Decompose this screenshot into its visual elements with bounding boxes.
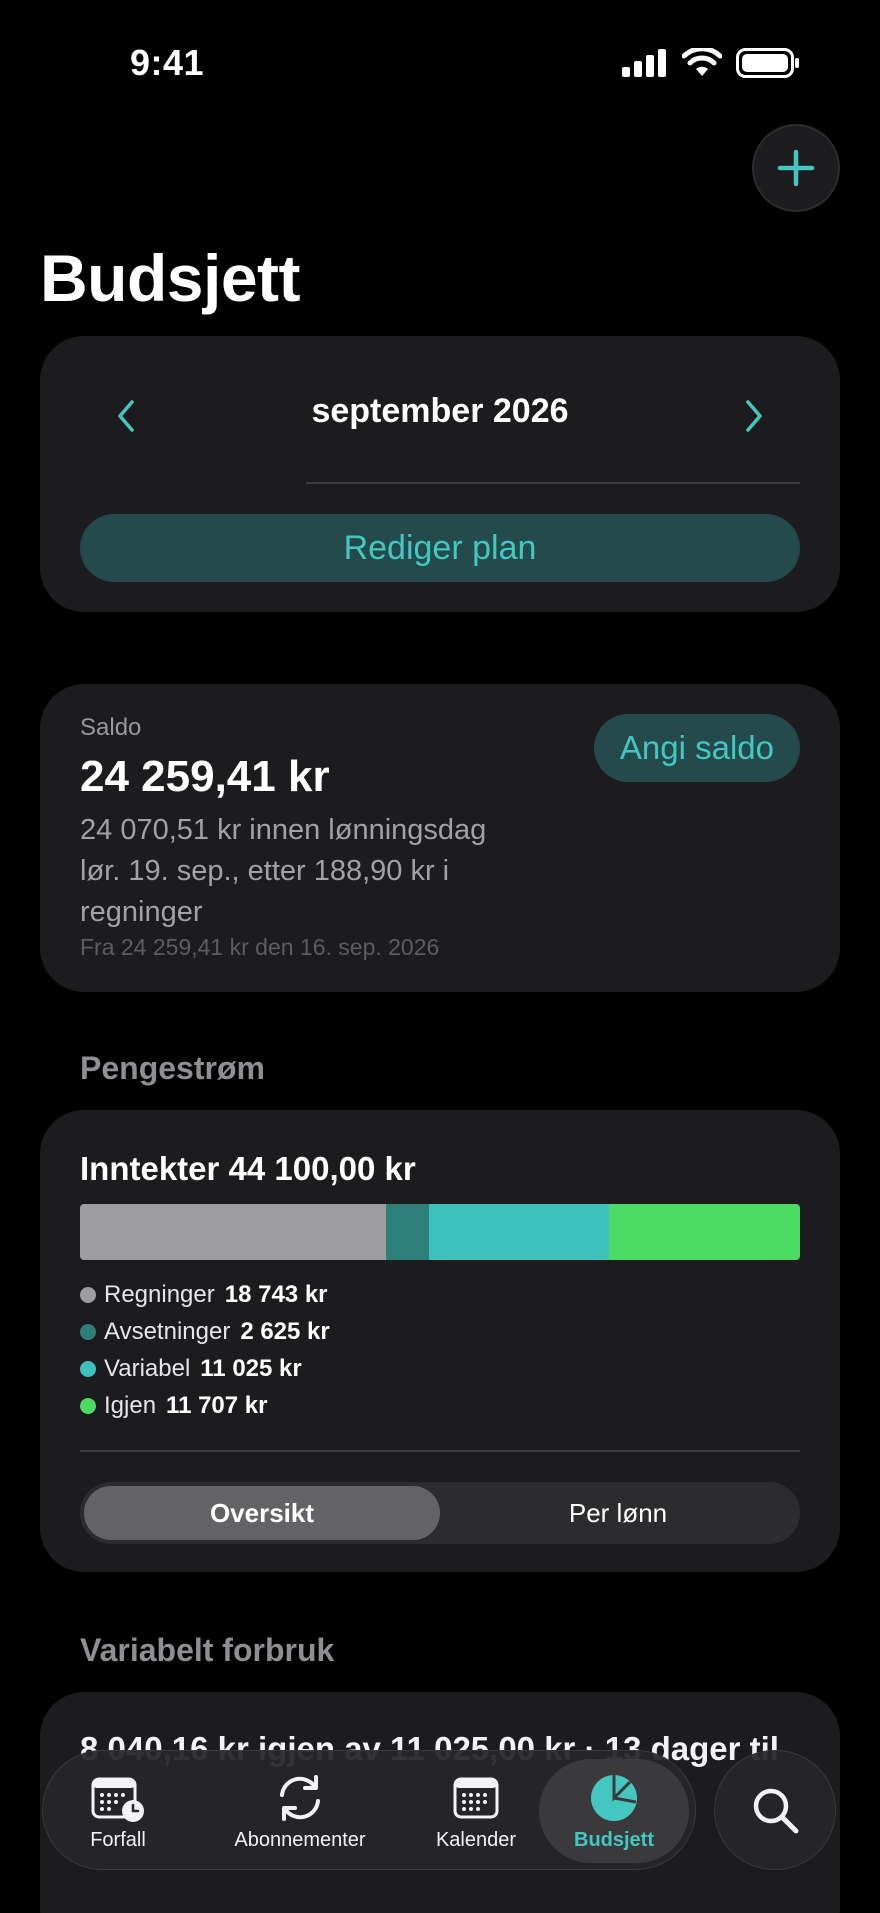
month-selector-card: september 2026 Rediger plan [40,336,840,612]
segment-per-lonn[interactable]: Per lønn [440,1486,796,1540]
tab-label-budsjett: Budsjett [574,1828,654,1851]
calendar-icon [451,1771,501,1825]
legend-label: Avsetninger [104,1317,231,1345]
variable-spending-section-title: Variabelt forbruk [80,1632,335,1668]
next-month-button[interactable] [734,386,774,446]
legend-item: Variabel 11 025 kr [80,1350,330,1387]
cashflow-divider [80,1450,800,1452]
legend-dot [80,1323,96,1340]
plus-icon [777,149,815,187]
bar-segment-regninger [80,1204,386,1260]
legend-value: 2 625 kr [240,1317,330,1345]
tab-forfall[interactable]: Forfall [55,1759,181,1863]
add-button[interactable] [752,124,840,212]
tab-label-abonnementer: Abonnementer [234,1828,366,1851]
search-button[interactable] [714,1750,836,1870]
saldo-amount: 24 259,41 kr [80,752,330,801]
pie-chart-icon [588,1771,640,1825]
legend-dot [80,1397,96,1414]
chevron-right-icon [746,400,762,432]
saldo-label: Saldo [80,714,142,741]
saldo-from-text: Fra 24 259,41 kr den 16. sep. 2026 [80,934,440,960]
status-time: 9:41 [130,42,205,83]
search-icon [753,1788,799,1834]
cashflow-card: Inntekter 44 100,00 kr Regninger 18 743 k… [40,1110,840,1572]
calendar-clock-icon [89,1771,147,1825]
wifi-icon [682,48,722,76]
legend-dot [80,1286,96,1303]
edit-plan-button[interactable]: Rediger plan [80,514,800,582]
bar-segment-avsetninger [386,1204,429,1260]
legend-value: 11 025 kr [200,1354,302,1382]
month-label[interactable]: september 2026 [40,392,840,431]
legend-label: Variabel [104,1354,191,1382]
cashflow-legend: Regninger 18 743 kr Avsetninger 2 625 kr Var… [80,1276,330,1424]
cashflow-segmented-control: Oversikt Per lønn [80,1482,800,1544]
month-divider [306,482,800,484]
page-title: Budsjett [40,241,301,315]
income-title: Inntekter 44 100,00 kr [80,1150,416,1187]
saldo-description: 24 070,51 kr innen lønningsdag lør. 19. … [80,814,487,928]
legend-item: Regninger 18 743 kr [80,1276,330,1313]
tab-abonnementer[interactable]: Abonnementer [213,1759,387,1863]
cellular-signal-icon [622,49,666,77]
saldo-card: Saldo 24 259,41 kr 24 070,51 kr innen lø… [40,684,840,992]
tab-budsjett[interactable]: Budsjett [539,1759,689,1863]
cashflow-stacked-bar [80,1204,800,1260]
legend-item: Igjen 11 707 kr [80,1387,330,1424]
cashflow-section-title: Pengestrøm [80,1050,265,1086]
legend-value: 18 743 kr [224,1280,328,1308]
tab-label-kalender: Kalender [435,1828,517,1851]
bar-segment-variabel [428,1204,609,1260]
set-saldo-button[interactable]: Angi saldo [593,714,800,782]
tab-bar: Forfall Abonnementer Kalender Budsjett [42,1750,696,1870]
battery-icon [736,48,799,78]
legend-item: Avsetninger 2 625 kr [80,1313,330,1350]
legend-label: Igjen [104,1391,157,1419]
legend-dot [80,1360,96,1377]
tab-label-forfall: Forfall [90,1828,146,1851]
status-icons [622,48,800,78]
segment-oversikt[interactable]: Oversikt [84,1486,440,1540]
legend-value: 11 707 kr [166,1391,268,1419]
legend-label: Regninger [104,1280,215,1308]
refresh-icon [272,1771,328,1825]
bar-segment-igjen [608,1204,800,1260]
tab-kalender[interactable]: Kalender [411,1759,541,1863]
